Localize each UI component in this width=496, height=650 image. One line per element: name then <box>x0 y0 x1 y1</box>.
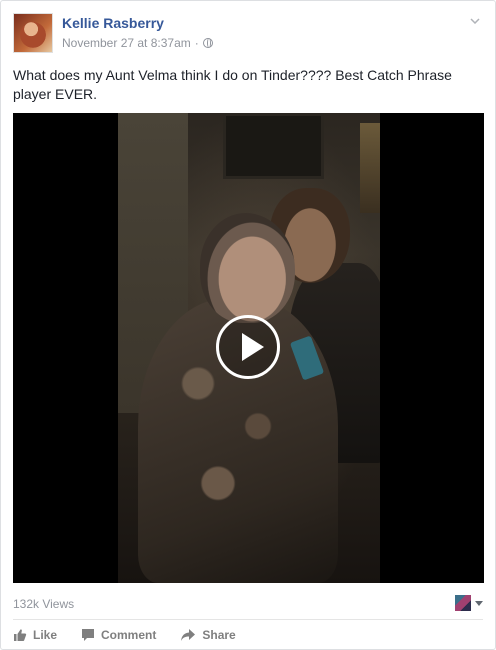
post-text: What does my Aunt Velma think I do on Ti… <box>13 67 452 102</box>
thumbnail-woman-head <box>200 213 295 323</box>
comment-button[interactable]: Comment <box>81 628 156 642</box>
chevron-down-icon[interactable] <box>470 16 480 26</box>
video-stats-row: 132k Views <box>13 589 483 615</box>
author-name[interactable]: Kellie Rasberry <box>62 15 164 31</box>
post-card: Kellie Rasberry November 27 at 8:37am · … <box>0 0 496 650</box>
play-icon[interactable] <box>216 315 280 379</box>
thumbnail-lamp <box>360 123 380 213</box>
like-label: Like <box>33 628 58 642</box>
share-icon <box>181 629 196 641</box>
audience-selector[interactable] <box>455 595 483 611</box>
globe-icon[interactable] <box>202 38 213 48</box>
comment-label: Comment <box>101 628 157 642</box>
comment-icon <box>82 629 95 641</box>
action-bar: Like Comment Share <box>13 623 483 647</box>
like-button[interactable]: Like <box>13 628 57 642</box>
view-count: 132k Views <box>13 597 75 611</box>
video-player[interactable] <box>13 113 484 583</box>
thumbnail-painting <box>223 113 324 179</box>
post-header: Kellie Rasberry November 27 at 8:37am · <box>13 13 483 55</box>
divider <box>13 619 483 620</box>
share-label: Share <box>202 628 236 642</box>
avatar[interactable] <box>13 13 53 53</box>
share-button[interactable]: Share <box>180 628 236 642</box>
meta-separator: · <box>194 36 199 50</box>
caret-down-icon <box>475 600 483 606</box>
thumbs-up-icon <box>14 629 27 641</box>
post-meta: November 27 at 8:37am · <box>62 36 213 50</box>
page-thumbnail-icon <box>455 595 471 611</box>
post-timestamp[interactable]: November 27 at 8:37am <box>62 36 191 50</box>
